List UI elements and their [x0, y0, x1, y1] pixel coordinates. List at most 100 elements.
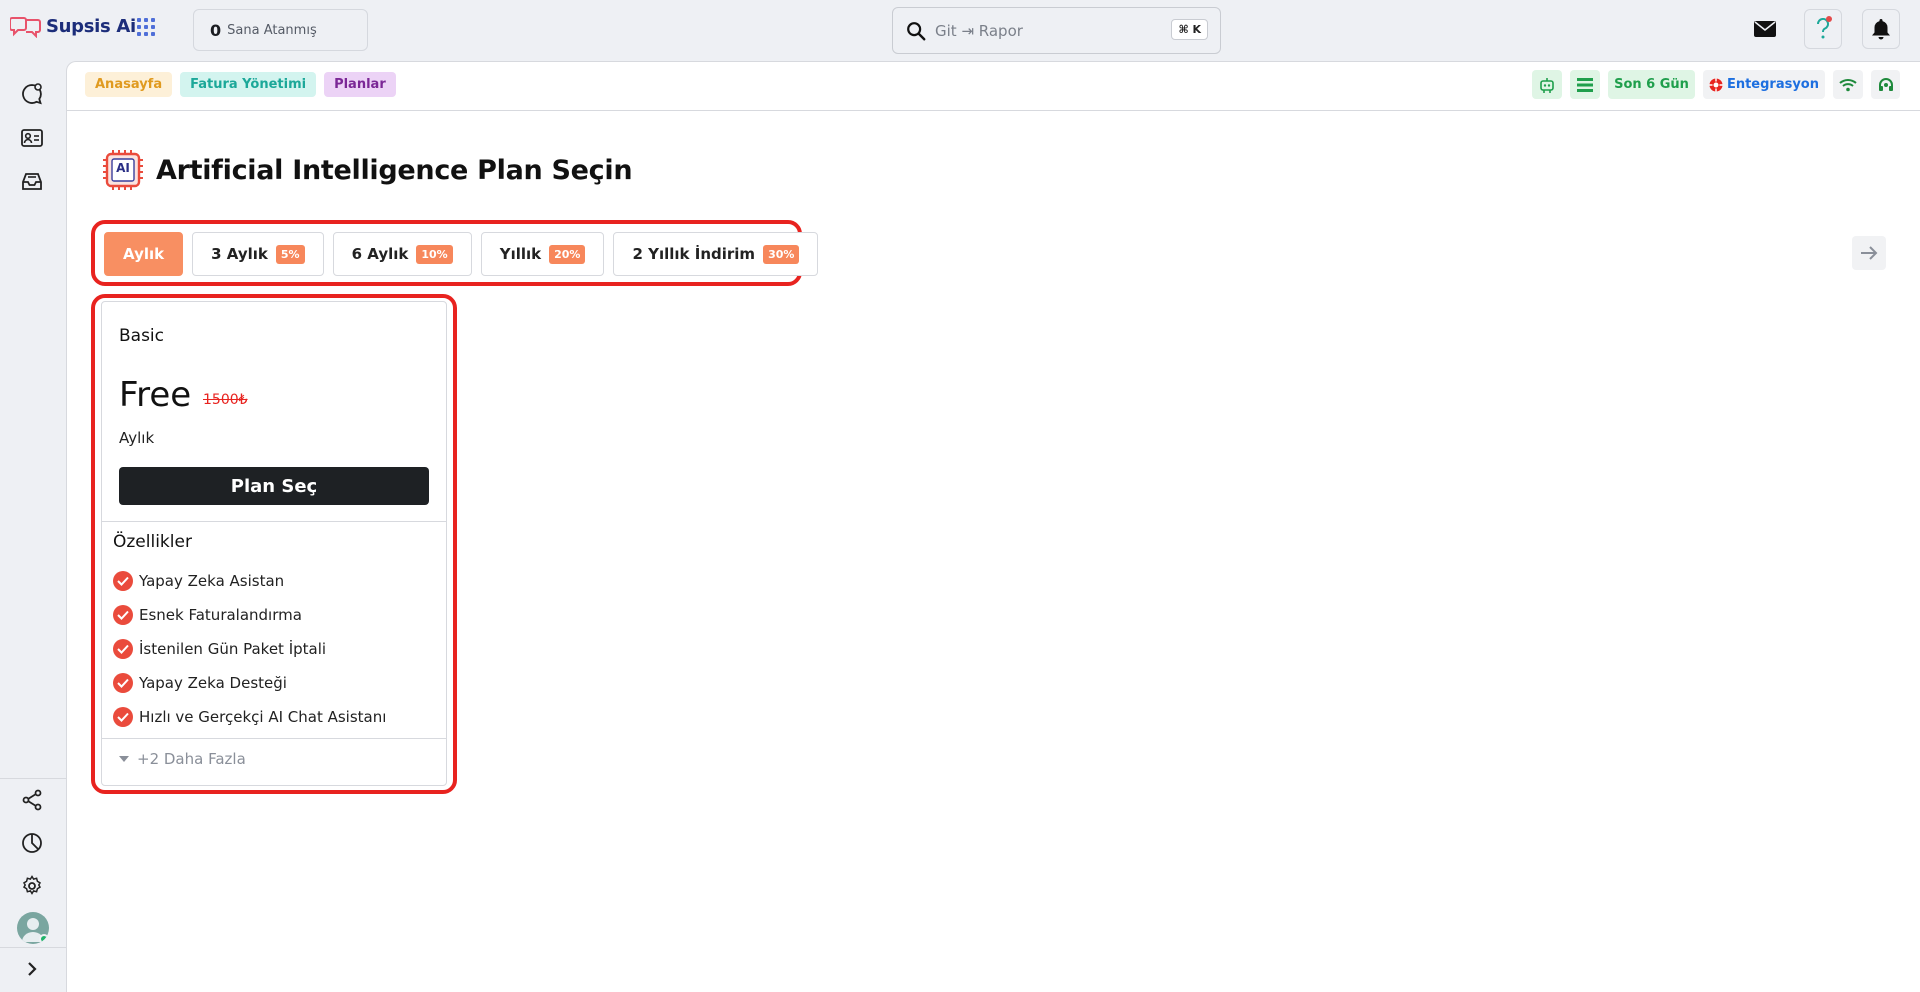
list-item: Hızlı ve Gerçekçi AI Chat Asistanı: [113, 700, 386, 734]
connection-status[interactable]: [1833, 70, 1863, 99]
check-icon: [113, 571, 133, 591]
show-more-label: +2 Daha Fazla: [137, 750, 246, 768]
header-divider: [67, 110, 1920, 111]
feature-label: Hızlı ve Gerçekçi AI Chat Asistanı: [139, 708, 387, 726]
logo-mark-icon: [10, 17, 41, 38]
days-left-badge[interactable]: Son 6 Gün: [1608, 70, 1695, 99]
help-notification-dot: [1826, 16, 1832, 22]
caret-down-icon: [119, 756, 129, 762]
plan-card-basic: Basic Free 1500₺ Aylık Plan Seç Özellikl…: [101, 301, 447, 786]
features-list: Yapay Zeka Asistan Esnek Faturalandırma …: [113, 564, 386, 734]
pie-chart-icon: [22, 833, 42, 853]
discount-badge: 30%: [763, 244, 800, 264]
logo[interactable]: Supsis Ai: [10, 14, 136, 38]
mail-button[interactable]: [1746, 9, 1784, 49]
bell-icon: [1872, 19, 1890, 40]
breadcrumb-home[interactable]: Anasayfa: [85, 72, 173, 97]
sidebar-divider: [0, 778, 66, 779]
share-icon: [22, 789, 42, 811]
tab-6-months[interactable]: 6 Aylık 10%: [332, 232, 472, 276]
check-icon: [113, 639, 133, 659]
tab-monthly[interactable]: Aylık: [104, 232, 184, 276]
plan-price: Free: [119, 375, 192, 415]
top-bar: Supsis Ai 0 Sana Atanmış Git ⇥ Rapor ⌘ K: [0, 0, 1920, 61]
robot-icon: [1540, 77, 1554, 93]
sidebar-item-inbox[interactable]: [19, 168, 45, 194]
tab-2-years[interactable]: 2 Yıllık İndirim 30%: [613, 232, 819, 276]
tab-label: 2 Yıllık İndirim: [632, 245, 756, 263]
contact-card-icon: [21, 129, 43, 147]
breadcrumb-billing[interactable]: Fatura Yönetimi: [180, 72, 317, 97]
features-title: Özellikler: [113, 532, 192, 552]
integration-button[interactable]: Entegrasyon: [1702, 70, 1825, 99]
tab-label: Yıllık: [499, 245, 542, 263]
assigned-label: Sana Atanmış: [227, 22, 317, 38]
days-left-label: Son 6 Gün: [1614, 77, 1689, 92]
breadcrumb-plans[interactable]: Planlar: [324, 72, 396, 97]
sidebar-item-share[interactable]: [19, 787, 45, 813]
avatar[interactable]: [17, 912, 49, 944]
discount-badge: 10%: [416, 244, 453, 264]
plan-name: Basic: [119, 326, 165, 346]
sidebar-item-contacts[interactable]: [19, 125, 45, 151]
wifi-icon: [1839, 78, 1857, 91]
integration-icon: [1709, 78, 1723, 91]
search-icon: [907, 21, 926, 40]
plan-period: Aylık: [119, 429, 155, 447]
chevron-right-icon: [28, 962, 37, 976]
check-icon: [113, 673, 133, 693]
main-content: Anasayfa Fatura Yönetimi Planlar Son 6 G…: [66, 61, 1920, 992]
chat-icon: [22, 83, 42, 105]
next-button[interactable]: [1852, 236, 1886, 270]
tab-label: 3 Aylık: [211, 245, 268, 263]
check-icon: [113, 605, 133, 625]
feature-label: Yapay Zeka Asistan: [139, 572, 285, 590]
assigned-count: 0: [210, 20, 222, 40]
feature-label: Yapay Zeka Desteği: [139, 674, 287, 692]
brand-name: Supsis Ai: [46, 15, 136, 37]
online-status-dot: [39, 934, 49, 944]
check-icon: [113, 707, 133, 727]
billing-period-tabs: Aylık 3 Aylık 5% 6 Aylık 10% Yıllık 20% …: [104, 232, 819, 276]
integration-label: Entegrasyon: [1726, 77, 1819, 92]
headset-icon: [1878, 77, 1893, 91]
arrow-right-icon: [1861, 246, 1878, 260]
list-status-button[interactable]: [1570, 70, 1601, 99]
help-button[interactable]: [1804, 9, 1842, 49]
bot-status-button[interactable]: [1532, 70, 1563, 99]
sidebar-item-settings[interactable]: [19, 873, 45, 899]
ai-chip-label: AI: [116, 161, 130, 175]
discount-badge: 5%: [275, 244, 305, 264]
sidebar: [0, 61, 66, 992]
assigned-to-me-button[interactable]: 0 Sana Atanmış: [193, 9, 368, 51]
tab-3-months[interactable]: 3 Aylık 5%: [192, 232, 324, 276]
tab-label: 6 Aylık: [351, 245, 409, 263]
breadcrumb: Anasayfa Fatura Yönetimi Planlar: [85, 72, 396, 97]
apps-grid-icon[interactable]: [137, 18, 155, 36]
agent-status[interactable]: [1871, 70, 1900, 99]
search-shortcut: ⌘ K: [1171, 19, 1208, 40]
show-more-features-button[interactable]: +2 Daha Fazla: [119, 750, 246, 768]
card-divider: [102, 738, 446, 739]
plan-old-price: 1500₺: [203, 392, 248, 408]
tab-label: Aylık: [123, 245, 165, 263]
sidebar-item-chats[interactable]: [19, 81, 45, 107]
status-bar: Son 6 Gün Entegrasyon: [1532, 70, 1900, 99]
search-placeholder: Git ⇥ Rapor: [935, 21, 1023, 40]
list-item: Yapay Zeka Asistan: [113, 564, 386, 598]
discount-badge: 20%: [549, 244, 586, 264]
select-plan-button[interactable]: Plan Seç: [119, 467, 429, 505]
list-icon: [1577, 77, 1594, 92]
list-item: Yapay Zeka Desteği: [113, 666, 386, 700]
page-header: AI Artificial Intelligence Plan Seçin: [100, 147, 633, 193]
feature-label: İstenilen Gün Paket İptali: [139, 640, 327, 658]
mail-icon: [1754, 21, 1776, 37]
sidebar-item-reports[interactable]: [19, 830, 45, 856]
sidebar-expand-button[interactable]: [19, 956, 45, 982]
tab-yearly[interactable]: Yıllık 20%: [480, 232, 605, 276]
card-divider: [102, 521, 446, 522]
gear-icon: [22, 875, 42, 895]
page-title: Artificial Intelligence Plan Seçin: [156, 154, 633, 186]
search-input[interactable]: Git ⇥ Rapor ⌘ K: [892, 7, 1221, 54]
notifications-button[interactable]: [1862, 9, 1900, 49]
